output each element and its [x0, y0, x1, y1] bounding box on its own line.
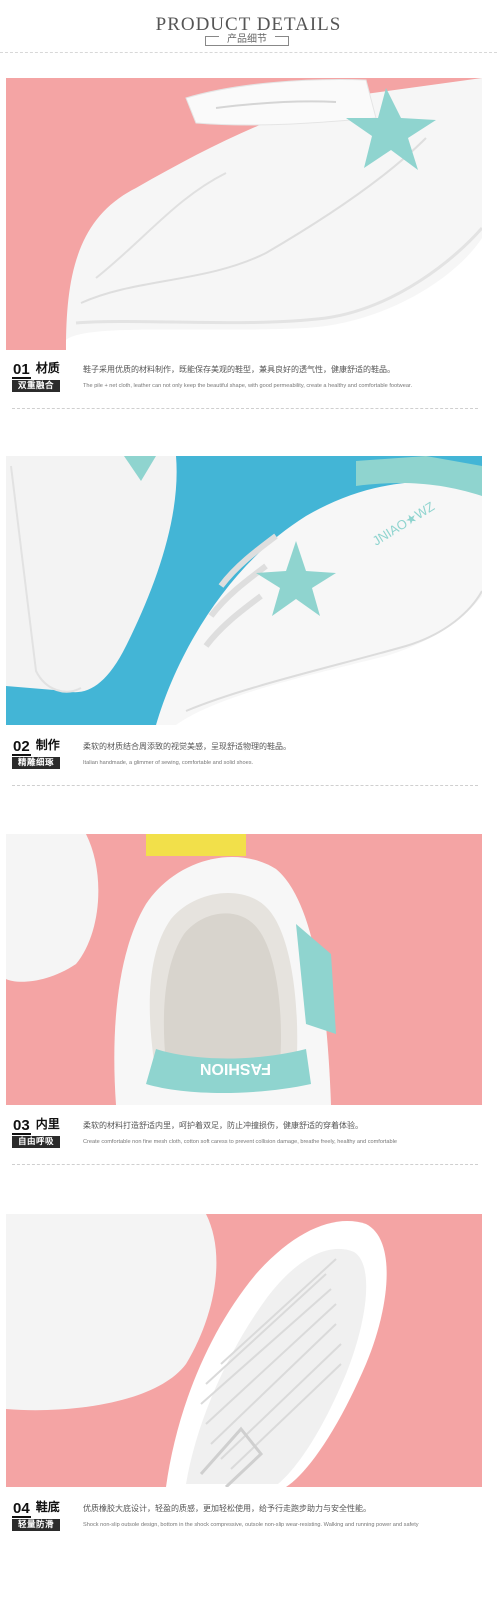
section-number: 04: [12, 1500, 31, 1518]
section-header: 02 制作: [12, 738, 72, 756]
section-desc-en: The pile + net cloth, leather can not on…: [83, 383, 413, 389]
section-divider: [12, 408, 478, 409]
section-tag: 双重融合: [12, 380, 60, 392]
section-desc-en: Shock non-slip outsole design, bottom in…: [83, 1522, 419, 1528]
subtitle-bracket-decoration: [205, 36, 289, 46]
header-divider: [0, 52, 497, 53]
section-header: 03 内里: [12, 1117, 72, 1135]
section-title: 制作: [35, 738, 60, 752]
section-header: 04 鞋底: [12, 1500, 72, 1518]
section-number: 03: [12, 1117, 31, 1135]
section-desc-cn: 鞋子采用优质的材料制作，既能保存美观的鞋型，兼具良好的透气性，健康舒适的鞋品。: [83, 365, 395, 374]
section-desc-en: Italian handmade, a glimmer of sewing, c…: [83, 760, 254, 766]
section-tag: 自由呼吸: [12, 1136, 60, 1148]
section-desc-cn: 柔软的材质结合周添致的视觉美感，呈现舒适物理的鞋品。: [83, 742, 291, 751]
section-divider: [12, 1164, 478, 1165]
section-tag: 轻量防滑: [12, 1519, 60, 1531]
shoe-side-star-image: JNIAO★WZ: [6, 456, 482, 725]
section-divider: [12, 785, 478, 786]
shoe-heel-insole-image: FASHION: [6, 834, 482, 1105]
shoe-toe-closeup-image: [6, 78, 482, 350]
section-title: 材质: [35, 361, 60, 375]
section-desc-cn: 柔软的材料打造舒适内里，呵护着双足，防止冲撞损伤，健康舒适的穿着体验。: [83, 1121, 363, 1130]
shoe-heel-text: FASHION: [200, 1060, 271, 1077]
section-number: 01: [12, 361, 31, 379]
shoe-sole-tread-image: [6, 1214, 482, 1487]
section-desc-en: Create comfortable non fine mesh cloth, …: [83, 1139, 397, 1145]
section-number: 02: [12, 738, 31, 756]
section-header: 01 材质: [12, 361, 72, 379]
section-desc-cn: 优质橡胶大底设计，轻盈的质感，更加轻松使用，给予行走跑步助力与安全性能。: [83, 1504, 371, 1513]
section-title: 鞋底: [35, 1500, 60, 1514]
section-title: 内里: [35, 1117, 60, 1131]
section-tag: 精雕细琢: [12, 757, 60, 769]
